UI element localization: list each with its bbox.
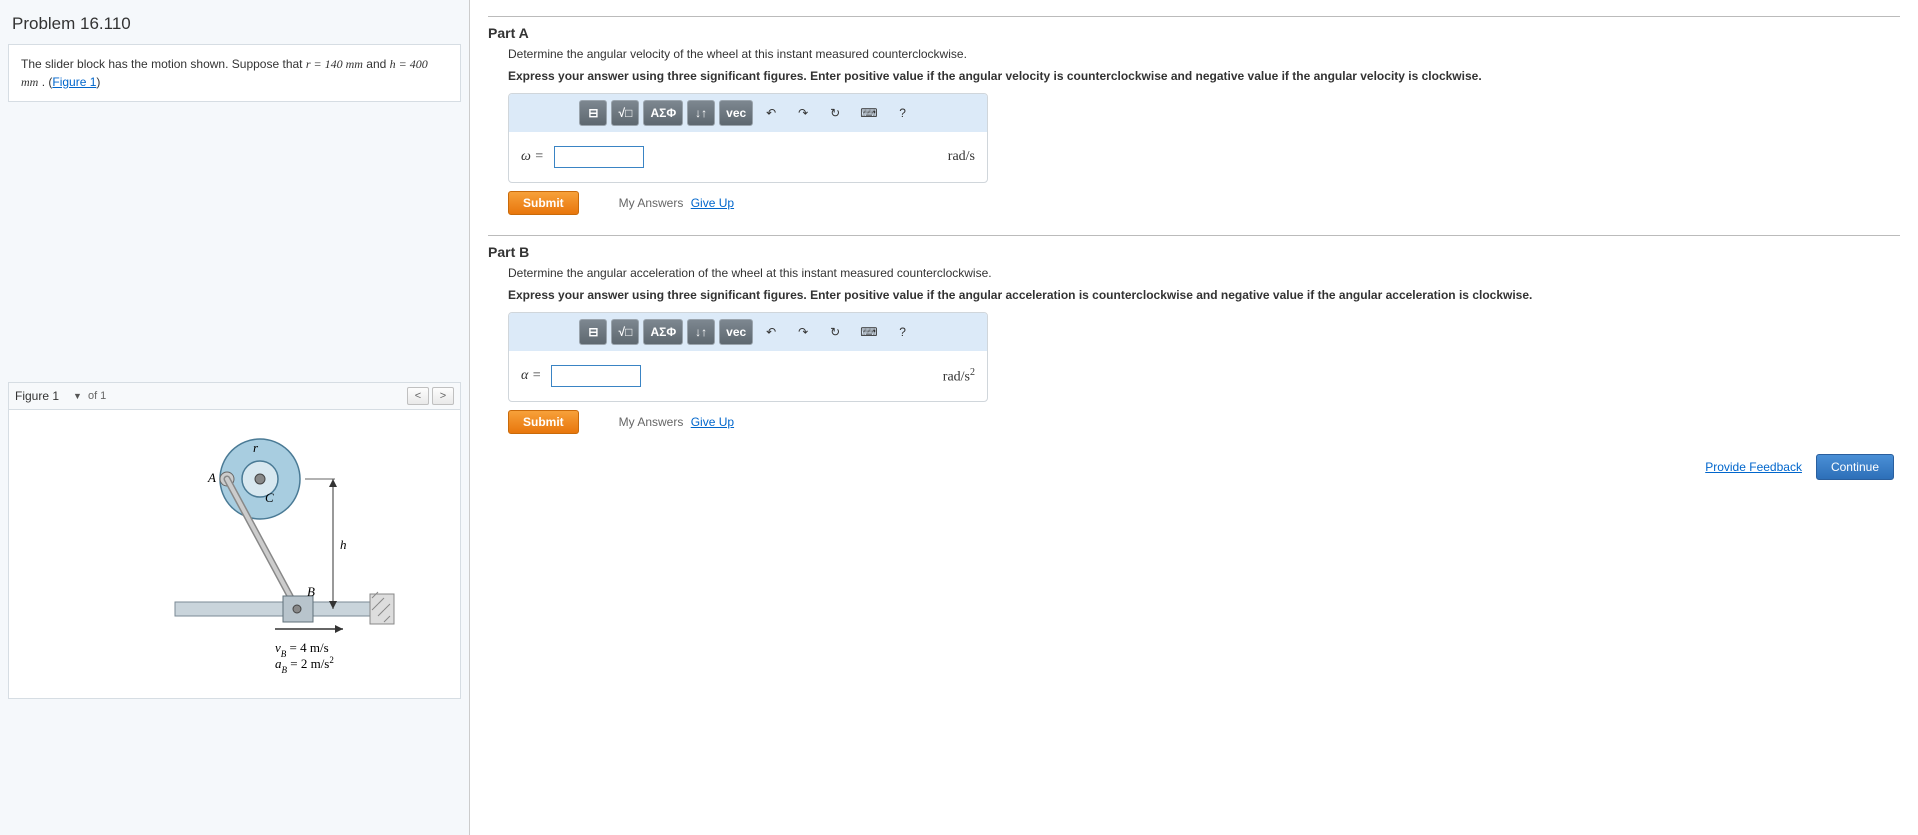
part-b-var-label: α = xyxy=(521,368,541,384)
greek-button[interactable]: ΑΣΦ xyxy=(643,100,683,126)
figure-count: of 1 xyxy=(88,390,106,402)
left-panel: Problem 16.110 The slider block has the … xyxy=(0,0,470,835)
keyboard-button[interactable]: ⌨ xyxy=(853,319,884,345)
help-button[interactable]: ? xyxy=(889,319,917,345)
my-answers-label: My Answers xyxy=(619,415,684,429)
reset-button[interactable]: ↻ xyxy=(821,319,849,345)
label-C: C xyxy=(265,490,274,505)
provide-feedback-link[interactable]: Provide Feedback xyxy=(1705,460,1802,474)
chevron-down-icon[interactable]: ▼ xyxy=(73,391,82,401)
figure-header: Figure 1 ▼ of 1 < > xyxy=(9,383,460,410)
divider xyxy=(488,235,1900,236)
figure-panel: Figure 1 ▼ of 1 < > r A xyxy=(8,382,461,699)
redo-button[interactable]: ↷ xyxy=(789,100,817,126)
part-a-var-label: ω = xyxy=(521,149,544,165)
my-answers-label: My Answers xyxy=(619,196,684,210)
part-b-input[interactable] xyxy=(551,365,641,387)
vec-button[interactable]: vec xyxy=(719,100,753,126)
divider xyxy=(488,16,1900,17)
figure-label: Figure 1 xyxy=(15,389,69,403)
vec-button[interactable]: vec xyxy=(719,319,753,345)
sqrt-button[interactable]: √□ xyxy=(611,100,639,126)
part-b-title: Part B xyxy=(488,244,1900,260)
figure-next-button[interactable]: > xyxy=(432,387,454,405)
template-button[interactable]: ⊟ xyxy=(579,319,607,345)
part-a-answer-box: ⊟ √□ ΑΣΦ ↓↑ vec ↶ ↷ ↻ ⌨ ? ω = rad/s xyxy=(508,93,988,183)
part-b-toolbar: ⊟ √□ ΑΣΦ ↓↑ vec ↶ ↷ ↻ ⌨ ? xyxy=(509,313,987,351)
part-a-give-up-link[interactable]: Give Up xyxy=(691,196,734,210)
part-b-links: My Answers Give Up xyxy=(619,415,734,429)
part-b-hint: Express your answer using three signific… xyxy=(508,286,1900,304)
part-b-give-up-link[interactable]: Give Up xyxy=(691,415,734,429)
desc-text-3: . ( xyxy=(42,75,53,89)
part-a-units: rad/s xyxy=(948,149,975,165)
label-B: B xyxy=(307,584,315,599)
part-b-answer-box: ⊟ √□ ΑΣΦ ↓↑ vec ↶ ↷ ↻ ⌨ ? α = rad/s2 xyxy=(508,312,988,402)
undo-button[interactable]: ↶ xyxy=(757,100,785,126)
continue-button[interactable]: Continue xyxy=(1816,454,1894,480)
units-base: rad/s xyxy=(943,369,970,384)
part-a-prompt: Determine the angular velocity of the wh… xyxy=(508,47,1900,61)
reset-button[interactable]: ↻ xyxy=(821,100,849,126)
part-a-links: My Answers Give Up xyxy=(619,196,734,210)
template-button[interactable]: ⊟ xyxy=(579,100,607,126)
right-panel: Part A Determine the angular velocity of… xyxy=(470,0,1918,835)
sqrt-button[interactable]: √□ xyxy=(611,319,639,345)
part-b-units: rad/s2 xyxy=(943,367,975,386)
problem-title: Problem 16.110 xyxy=(12,14,461,34)
figure-diagram: r A C B xyxy=(75,424,395,684)
desc-text-1: The slider block has the motion shown. S… xyxy=(21,57,306,71)
figure-link[interactable]: Figure 1 xyxy=(52,75,96,89)
keyboard-button[interactable]: ⌨ xyxy=(853,100,884,126)
label-h: h xyxy=(340,537,347,552)
part-a-submit-button[interactable]: Submit xyxy=(508,191,579,215)
help-button[interactable]: ? xyxy=(889,100,917,126)
problem-description: The slider block has the motion shown. S… xyxy=(8,44,461,102)
label-A: A xyxy=(207,470,216,485)
part-a-hint: Express your answer using three signific… xyxy=(508,67,1900,85)
arrows-button[interactable]: ↓↑ xyxy=(687,319,715,345)
desc-text-4: ) xyxy=(96,75,100,89)
part-b-submit-button[interactable]: Submit xyxy=(508,410,579,434)
arrows-button[interactable]: ↓↑ xyxy=(687,100,715,126)
units-sup: 2 xyxy=(970,367,975,378)
part-b-actions: Submit My Answers Give Up xyxy=(508,410,1900,434)
figure-body: r A C B xyxy=(9,410,460,698)
desc-text-2: and xyxy=(366,57,389,71)
part-a-actions: Submit My Answers Give Up xyxy=(508,191,1900,215)
redo-button[interactable]: ↷ xyxy=(789,319,817,345)
undo-button[interactable]: ↶ xyxy=(757,319,785,345)
part-a-input[interactable] xyxy=(554,146,644,168)
part-a-toolbar: ⊟ √□ ΑΣΦ ↓↑ vec ↶ ↷ ↻ ⌨ ? xyxy=(509,94,987,132)
part-a-title: Part A xyxy=(488,25,1900,41)
figure-prev-button[interactable]: < xyxy=(407,387,429,405)
footer-row: Provide Feedback Continue xyxy=(488,454,1900,480)
r-expression: r = 140 mm xyxy=(306,57,363,71)
greek-button[interactable]: ΑΣΦ xyxy=(643,319,683,345)
part-b-prompt: Determine the angular acceleration of th… xyxy=(508,266,1900,280)
